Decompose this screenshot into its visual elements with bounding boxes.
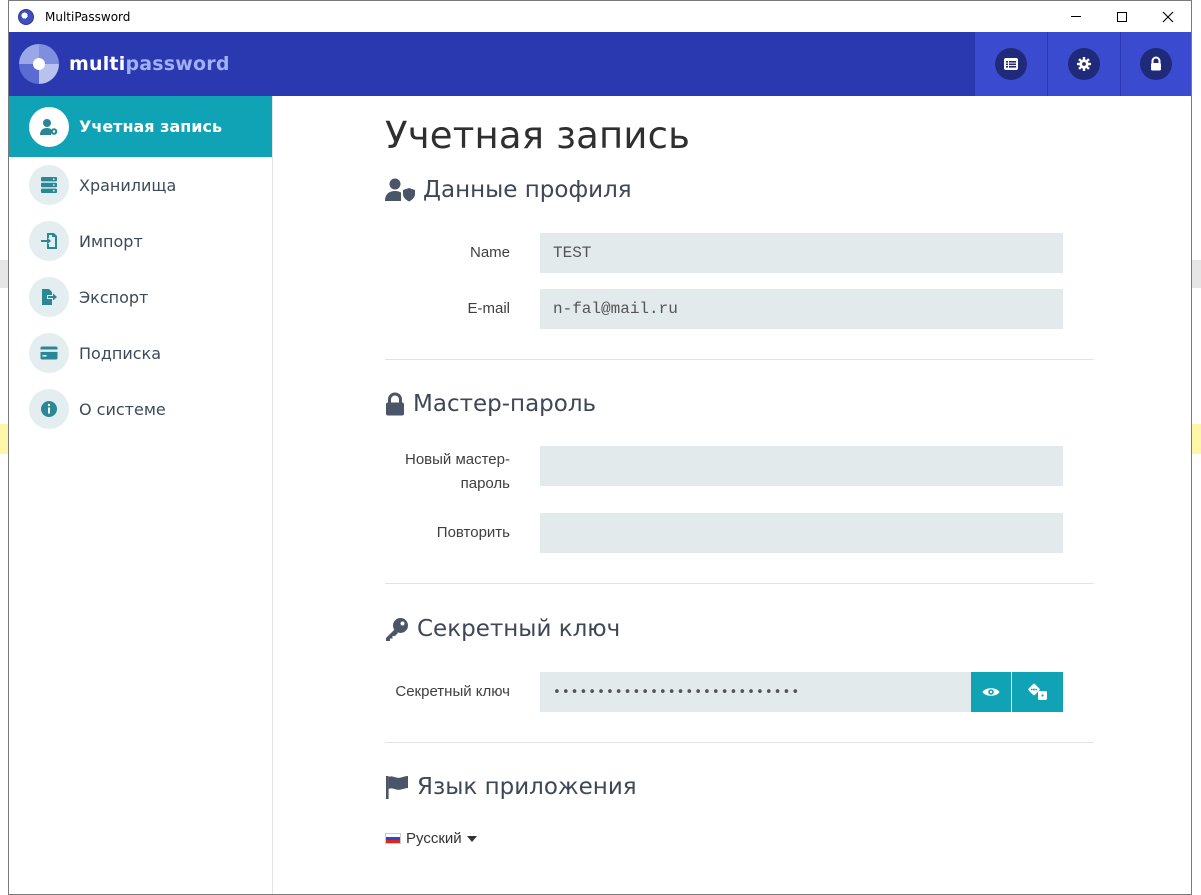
sidebar-item-vaults[interactable]: Хранилища [9, 157, 272, 213]
gear-icon [1077, 57, 1091, 71]
list-icon [1004, 58, 1018, 70]
secret-key-label: Секретный ключ [395, 683, 510, 700]
russia-flag-icon [385, 833, 401, 844]
profile-heading: Данные профиля [423, 177, 632, 203]
repeat-password-label: Повторить [436, 524, 510, 541]
close-icon [1162, 11, 1174, 22]
sidebar-item-label: О системе [79, 399, 166, 419]
profile-section-title: Данные профиля [385, 177, 1095, 203]
language-heading: Язык приложения [417, 774, 637, 800]
secret-key-heading: Секретный ключ [417, 616, 621, 642]
email-field[interactable]: n-fal@mail.ru [540, 289, 1063, 329]
divider [385, 359, 1094, 360]
caret-down-icon [466, 835, 477, 842]
maximize-button[interactable] [1099, 1, 1145, 32]
sidebar-item-label: Подписка [79, 343, 162, 363]
account-settings: Учетная запись Данные профиля Name TEST … [385, 96, 1095, 847]
repeat-password-row: Повторить [385, 513, 1095, 553]
language-section-title: Язык приложения [385, 774, 1095, 800]
import-icon [41, 233, 57, 249]
info-icon [41, 401, 57, 417]
title-bar: MultiPassword [9, 1, 1191, 32]
lock-icon [386, 392, 404, 416]
background-window-edge-right [1192, 0, 1201, 895]
secret-key-section-title: Секретный ключ [385, 616, 1095, 642]
logo-icon [19, 44, 59, 84]
sidebar-item-about[interactable]: О системе [9, 381, 272, 437]
sidebar-item-export[interactable]: Экспорт [9, 269, 272, 325]
export-icon [42, 289, 57, 305]
sidebar: Учетная запись Хранилища Импорт Экспорт … [9, 96, 273, 894]
lock-button[interactable] [1121, 32, 1191, 96]
new-master-password-row: Новый мастер-пароль [385, 446, 1095, 496]
divider [385, 742, 1094, 743]
new-master-password-label: Новый мастер-пароль [404, 451, 510, 492]
vault-list-button[interactable] [975, 32, 1047, 96]
language-selected: Русский [406, 830, 462, 847]
secret-key-input[interactable]: •••••••••••••••••••••••••••• [540, 672, 971, 712]
minimize-button[interactable] [1053, 1, 1099, 32]
master-password-heading: Мастер-пароль [413, 391, 597, 417]
master-password-section-title: Мастер-пароль [385, 391, 1095, 417]
flag-icon [386, 776, 408, 799]
email-label: E-mail [467, 300, 510, 317]
divider [385, 583, 1094, 584]
eye-icon [982, 688, 1000, 696]
settings-button[interactable] [1048, 32, 1120, 96]
window-controls [1053, 1, 1191, 32]
app-window: MultiPassword multipassword Учетная запи… [8, 0, 1192, 895]
sidebar-item-label: Экспорт [79, 287, 149, 307]
main-panel: Учетная запись Данные профиля Name TEST … [274, 96, 1183, 894]
secret-key-row: Секретный ключ •••••••••••••••••••••••••… [385, 672, 1095, 712]
key-icon [386, 618, 408, 641]
window-title: MultiPassword [45, 9, 131, 24]
user-shield-icon [385, 178, 415, 202]
sidebar-item-label: Импорт [79, 231, 143, 251]
server-icon [41, 177, 57, 193]
sidebar-item-label: Хранилища [79, 175, 177, 195]
name-label: Name [469, 244, 510, 261]
scrollbar[interactable] [1175, 96, 1183, 894]
lock-icon [1151, 56, 1161, 71]
sidebar-item-label: Учетная запись [79, 117, 223, 136]
sidebar-item-account[interactable]: Учетная запись [9, 96, 272, 157]
header-actions [974, 32, 1191, 96]
page-title: Учетная запись [385, 114, 691, 157]
credit-card-icon [40, 346, 58, 360]
email-row: E-mail n-fal@mail.ru [385, 289, 1095, 329]
app-header: multipassword [9, 32, 1191, 96]
sidebar-item-import[interactable]: Импорт [9, 213, 272, 269]
user-gear-icon [40, 118, 58, 135]
new-master-password-input[interactable] [540, 446, 1063, 486]
close-button[interactable] [1145, 1, 1191, 32]
show-secret-key-button[interactable] [971, 672, 1011, 712]
name-field[interactable]: TEST [540, 233, 1063, 273]
minimize-icon [1071, 16, 1081, 17]
maximize-icon [1117, 11, 1127, 22]
dice-icon [1027, 683, 1047, 700]
logo-text: multipassword [69, 53, 230, 75]
language-dropdown[interactable]: Русский [385, 830, 1095, 847]
sidebar-item-subscription[interactable]: Подписка [9, 325, 272, 381]
generate-secret-key-button[interactable] [1012, 672, 1063, 712]
background-window-edge-left [0, 0, 8, 895]
repeat-password-input[interactable] [540, 513, 1063, 553]
app-icon [18, 8, 34, 25]
name-row: Name TEST [385, 233, 1095, 273]
